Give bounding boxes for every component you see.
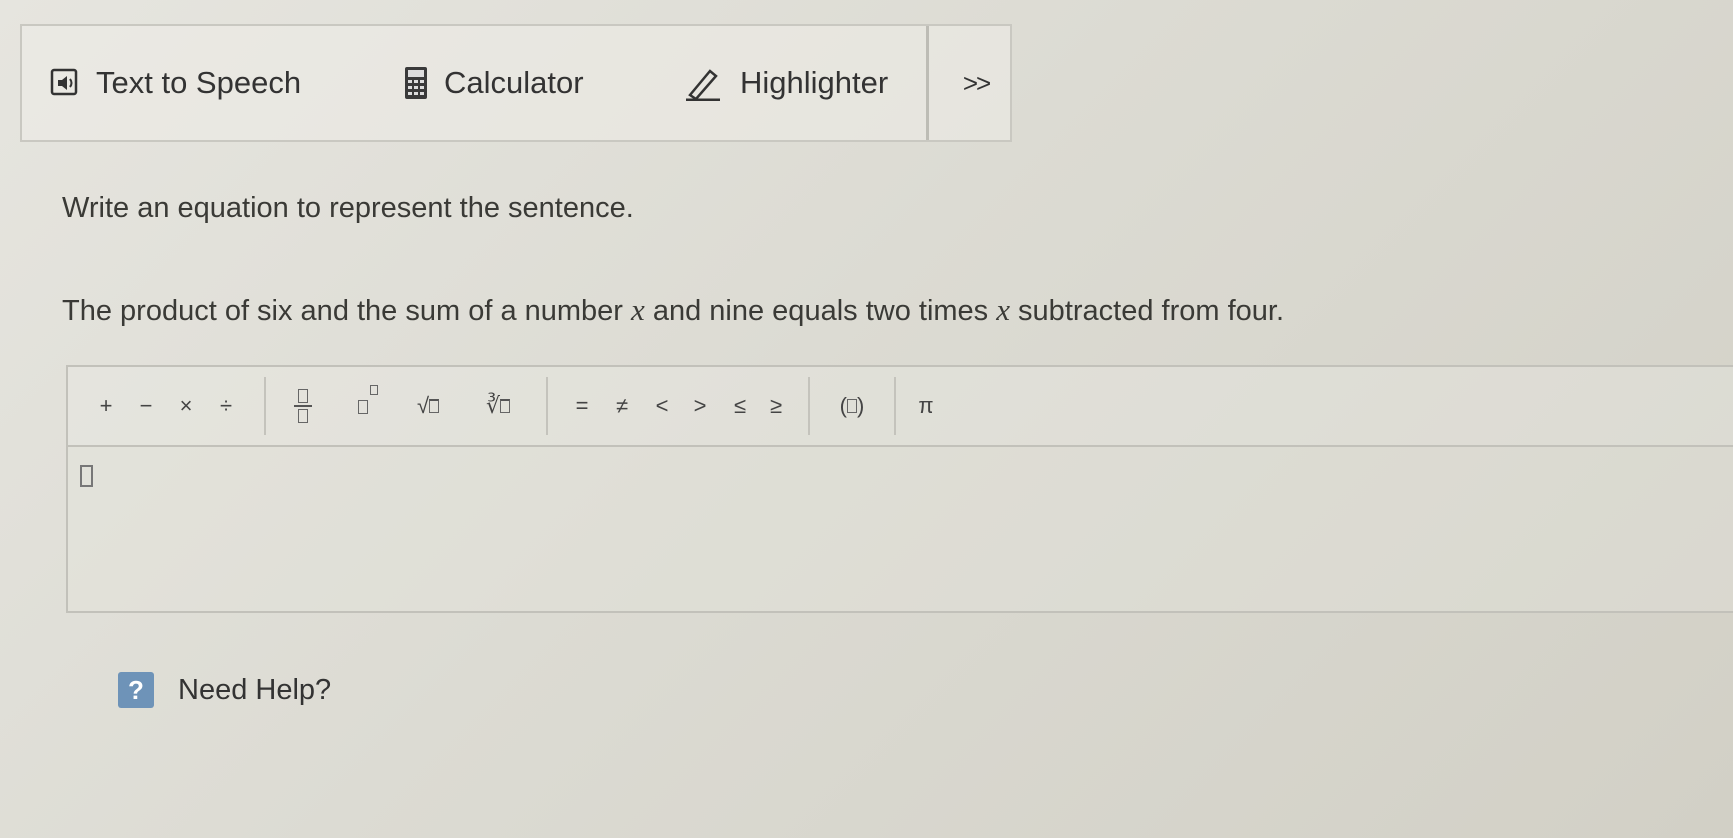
- speaker-icon: [50, 68, 80, 98]
- greater-than-key[interactable]: >: [682, 367, 718, 445]
- less-equal-key[interactable]: ≤: [722, 367, 758, 445]
- palette-divider: [894, 377, 896, 435]
- parentheses-key[interactable]: (): [824, 367, 880, 445]
- question-sentence: The product of six and the sum of a numb…: [62, 292, 1284, 328]
- paren-open: (: [839, 393, 847, 418]
- variable-x: x: [996, 292, 1010, 327]
- question-text-part1: The product of six and the sum of a numb…: [62, 295, 632, 327]
- plus-key[interactable]: +: [88, 367, 124, 445]
- input-cursor-box: [80, 465, 93, 487]
- less-than-key[interactable]: <: [644, 367, 680, 445]
- exponent-icon: [358, 385, 378, 419]
- divide-key[interactable]: ÷: [208, 367, 244, 445]
- math-palette: + − × ÷ √ ∛ = ≠ < > ≤ ≥ () π: [66, 365, 1733, 447]
- fraction-key[interactable]: [278, 367, 328, 445]
- fraction-icon: [294, 389, 312, 423]
- sqrt-symbol: √: [416, 393, 430, 418]
- answer-input[interactable]: [66, 447, 1733, 613]
- equals-key[interactable]: =: [564, 367, 600, 445]
- variable-x: x: [631, 292, 645, 327]
- not-equal-key[interactable]: ≠: [604, 367, 640, 445]
- placeholder-box-icon: [847, 399, 857, 413]
- palette-divider: [264, 377, 266, 435]
- exponent-key[interactable]: [338, 367, 388, 445]
- toolbar-divider: [926, 26, 929, 140]
- more-tools-button[interactable]: >>: [942, 26, 1010, 140]
- question-text-part2: and nine equals two times: [644, 295, 997, 327]
- nth-root-key[interactable]: ∛: [468, 367, 528, 445]
- calculator-button[interactable]: Calculator: [404, 26, 584, 140]
- square-root-key[interactable]: √: [398, 367, 458, 445]
- toolbar: Text to Speech Calculator Highlighter >>: [20, 24, 1012, 142]
- need-help-button[interactable]: ? Need Help?: [118, 672, 331, 708]
- palette-divider: [546, 377, 548, 435]
- highlighter-pen-icon: [684, 65, 724, 101]
- placeholder-box-icon: [500, 399, 511, 413]
- pi-key[interactable]: π: [908, 367, 944, 445]
- question-text-part3: subtracted from four.: [1010, 295, 1285, 327]
- need-help-label: Need Help?: [178, 673, 332, 706]
- nth-root-symbol: ∛: [485, 393, 501, 418]
- times-key[interactable]: ×: [168, 367, 204, 445]
- calculator-icon: [404, 66, 428, 100]
- paren-close: ): [857, 393, 865, 418]
- highlighter-button[interactable]: Highlighter: [684, 26, 888, 140]
- minus-key[interactable]: −: [128, 367, 164, 445]
- help-icon: ?: [118, 672, 154, 708]
- placeholder-box-icon: [429, 399, 440, 413]
- text-to-speech-button[interactable]: Text to Speech: [50, 26, 301, 140]
- highlighter-label: Highlighter: [740, 65, 889, 100]
- greater-equal-key[interactable]: ≥: [758, 367, 794, 445]
- text-to-speech-label: Text to Speech: [96, 65, 302, 100]
- instruction-text: Write an equation to represent the sente…: [62, 192, 634, 224]
- calculator-label: Calculator: [444, 65, 584, 100]
- palette-divider: [808, 377, 810, 435]
